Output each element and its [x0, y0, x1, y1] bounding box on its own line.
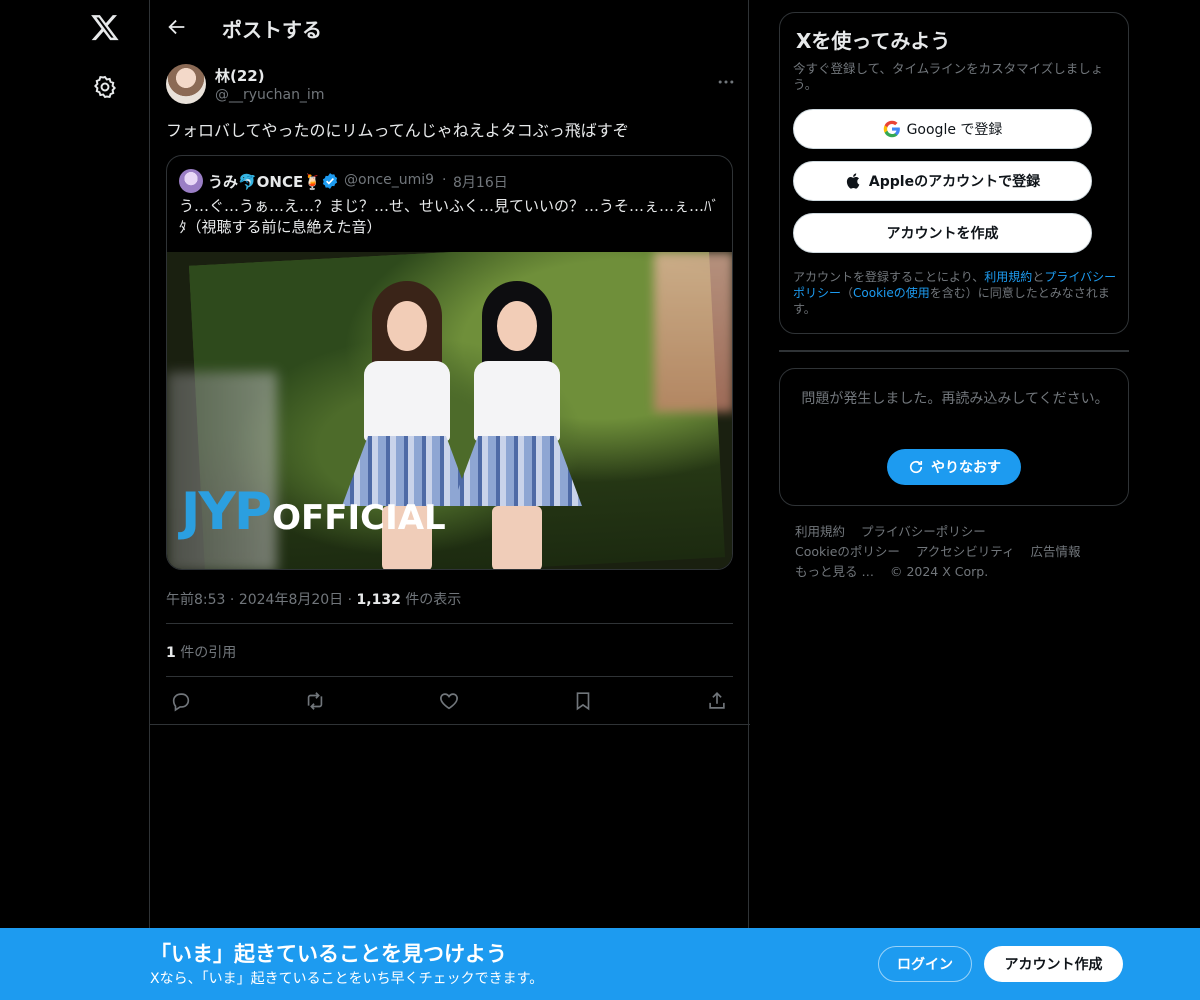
quotes-count-link[interactable]: 1 件の引用 [166, 642, 236, 662]
google-logo-icon [883, 120, 900, 138]
divider [150, 724, 750, 725]
bottom-signup-banner: 「いま」起きていることを見つけよう Xなら、「いま」起きていることをいち早くチェ… [0, 928, 1200, 1000]
footer-copyright: © 2024 X Corp. [889, 564, 989, 579]
separator-dot: · [442, 172, 447, 188]
refresh-icon [909, 460, 923, 474]
share-icon[interactable] [706, 690, 728, 712]
gear-icon[interactable] [92, 74, 118, 100]
footer-link-accessibility[interactable]: アクセシビリティ [916, 544, 1015, 559]
signup-legal-text: アカウントを登録することにより、利用規約とプライバシーポリシー（Cookieの使… [793, 269, 1123, 317]
bookmark-icon[interactable] [572, 690, 594, 712]
more-options-icon[interactable] [716, 72, 736, 92]
footer-link-cookie[interactable]: Cookieのポリシー [795, 544, 900, 559]
tweet-date[interactable]: 2024年8月20日 [239, 592, 343, 608]
views-label: 件の表示 [405, 592, 462, 608]
quoted-author-handle[interactable]: @once_umi9 [344, 172, 434, 188]
like-heart-icon[interactable] [438, 690, 460, 712]
divider [166, 676, 733, 677]
error-card: 問題が発生しました。再読み込みしてください。 やりなおす [779, 368, 1129, 506]
tweet-author: 林(22) @__ryuchan_im [166, 64, 736, 108]
signup-subtitle: 今すぐ登録して、タイムラインをカスタマイズしましょう。 [793, 61, 1104, 92]
quoted-author-name[interactable]: うみ🐬ONCE🍹 [208, 171, 322, 192]
page-header: ポストする [150, 0, 750, 54]
quoted-date[interactable]: 8月16日 [453, 172, 508, 192]
legal-prefix: アカウントを登録することにより、 [793, 270, 985, 284]
apple-signup-label: Appleのアカウントで登録 [868, 174, 1041, 190]
jyp-logo-text: JYP [181, 482, 272, 542]
left-nav [0, 0, 150, 1000]
footer-link-privacy[interactable]: プライバシーポリシー [861, 524, 986, 539]
footer-links: 利用規約 プライバシーポリシー Cookieのポリシー アクセシビリティ 広告情… [795, 522, 1125, 582]
create-account-button[interactable]: アカウントを作成 [793, 213, 1092, 253]
quoted-media-image[interactable]: JYPOFFICIAL [167, 252, 732, 569]
x-logo-icon[interactable] [90, 12, 120, 42]
tweet-actions [166, 686, 733, 716]
views-count: 1,132 [356, 592, 401, 608]
banner-title: 「いま」起きていることを見つけよう [150, 942, 507, 966]
error-message: 問題が発生しました。再読み込みしてください。 [801, 391, 1109, 407]
create-account-label: アカウントを作成 [886, 226, 999, 242]
tweet-meta: 午前8:53 · 2024年8月20日 · 1,132 件の表示 [166, 589, 461, 609]
retry-label: やりなおす [931, 460, 1001, 476]
google-signup-label: Google で登録 [906, 122, 1003, 138]
login-button[interactable]: ログイン [878, 946, 972, 982]
signup-title: Xを使ってみよう [796, 29, 951, 53]
cookie-use-link[interactable]: Cookieの使用 [853, 286, 930, 300]
tweet-text: フォロバしてやったのにリムってんじゃねえよタコぶっ飛ばすぞ [166, 121, 629, 140]
legal-paren: （ [841, 286, 854, 300]
footer-link-terms[interactable]: 利用規約 [795, 524, 845, 539]
quotes-label: 件の引用 [180, 645, 237, 661]
banner-create-account-button[interactable]: アカウント作成 [984, 946, 1123, 982]
footer-link-more[interactable]: もっと見る … [795, 564, 874, 579]
terms-link[interactable]: 利用規約 [984, 270, 1032, 284]
separator-dot: · [229, 592, 235, 608]
verified-badge-icon [322, 173, 338, 189]
footer-link-ads[interactable]: 広告情報 [1031, 544, 1081, 559]
jyp-official-logo: JYPOFFICIAL [181, 482, 446, 542]
separator-dot: · [347, 592, 353, 608]
divider [166, 623, 733, 624]
retweet-icon[interactable] [304, 690, 326, 712]
legal-and: と [1032, 270, 1045, 284]
blurred-overlay-right [654, 252, 732, 412]
quoted-text: う…ぐ…うぁ…え…？まじ？…せ、せいふく…見ていいの？…うそ…ぇ…ぇ…ﾊﾞﾀ（視… [179, 197, 720, 236]
reply-icon[interactable] [170, 690, 192, 712]
quoted-tweet[interactable]: うみ🐬ONCE🍹 @once_umi9 · 8月16日 う…ぐ…うぁ…え…？まじ… [166, 155, 733, 570]
signup-card: Xを使ってみよう 今すぐ登録して、タイムラインをカスタマイズしましょう。 Goo… [779, 12, 1129, 334]
banner-subtitle: Xなら、「いま」起きていることをいち早くチェックできます。 [150, 971, 544, 987]
quoted-avatar[interactable] [179, 169, 203, 193]
page-title: ポストする [222, 18, 322, 42]
avatar[interactable] [166, 64, 206, 104]
official-logo-text: OFFICIAL [272, 498, 446, 538]
author-handle[interactable]: @__ryuchan_im [215, 87, 324, 103]
author-name[interactable]: 林(22) [215, 65, 265, 86]
divider [779, 350, 1129, 352]
retry-button[interactable]: やりなおす [887, 449, 1021, 485]
tweet-time[interactable]: 午前8:53 [166, 592, 225, 608]
main-column: ポストする 林(22) @__ryuchan_im フォロバしてやったのにリムっ… [149, 0, 750, 1000]
arrow-left-icon[interactable] [166, 16, 188, 38]
person-figure [452, 281, 582, 569]
apple-signup-button[interactable]: Appleのアカウントで登録 [793, 161, 1092, 201]
quotes-count: 1 [166, 645, 176, 661]
google-signup-button[interactable]: Google で登録 [793, 109, 1092, 149]
apple-logo-icon [846, 173, 860, 189]
